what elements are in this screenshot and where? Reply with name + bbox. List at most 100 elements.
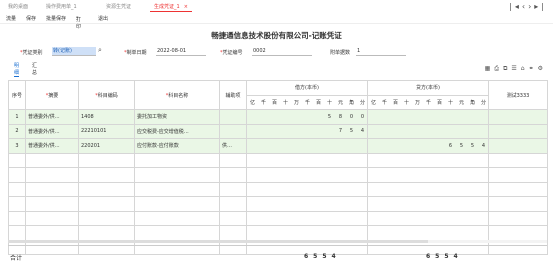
close-icon[interactable]: × — [184, 4, 188, 10]
row-extra[interactable] — [488, 138, 548, 154]
settings-icon[interactable]: ⚙ — [538, 65, 547, 72]
empty-cell[interactable] — [134, 225, 220, 241]
empty-cell[interactable] — [488, 181, 548, 197]
row-aux[interactable] — [219, 123, 247, 139]
batch-save-button[interactable]: 批量保存 — [46, 15, 66, 22]
empty-cell[interactable] — [78, 167, 135, 183]
row-extra[interactable] — [488, 109, 548, 125]
empty-cell[interactable] — [78, 210, 135, 226]
empty-cell[interactable] — [367, 152, 489, 168]
empty-cell[interactable] — [367, 167, 489, 183]
table-row[interactable]: 2 普通委外/供… 22210101 应交税费-应交增值税… 7 5 4 — [8, 123, 548, 139]
row-account-name[interactable]: 应付账款-应付账款 — [134, 138, 220, 154]
table-row[interactable]: 3 普通委外/供… 220201 应付账款-应付账款 供… 6 5 5 4 — [8, 138, 548, 154]
empty-cell[interactable] — [134, 152, 220, 168]
row-account-code[interactable]: 1408 — [78, 109, 135, 125]
row-summary[interactable]: 普通委外/供… — [25, 138, 79, 154]
search-icon[interactable]: ⌕ — [98, 46, 102, 55]
empty-cell[interactable] — [246, 152, 368, 168]
empty-cell[interactable] — [134, 181, 220, 197]
row-credit[interactable]: 6554 — [367, 138, 489, 154]
table-row[interactable] — [8, 225, 548, 241]
attachments-input[interactable]: 1 — [356, 47, 406, 56]
empty-cell[interactable] — [246, 210, 368, 226]
empty-cell[interactable] — [246, 181, 368, 197]
row-credit[interactable] — [367, 123, 489, 139]
print-icon[interactable]: ⎙ — [494, 65, 503, 72]
empty-cell[interactable] — [367, 225, 489, 241]
empty-cell[interactable] — [25, 181, 79, 197]
empty-cell[interactable] — [134, 210, 220, 226]
empty-cell[interactable] — [219, 210, 247, 226]
table-row[interactable] — [8, 210, 548, 226]
empty-cell[interactable] — [78, 196, 135, 212]
table-row[interactable] — [8, 167, 548, 183]
tab-my-desktop[interactable]: 我的桌面 — [4, 3, 32, 12]
save-button[interactable]: 保存 — [26, 15, 36, 22]
tab-outsource-fee[interactable]: 操作费用单_1 — [42, 3, 81, 12]
print-button[interactable]: 打印 ▾ — [76, 15, 81, 30]
row-debit[interactable]: 754 — [246, 123, 368, 139]
empty-cell[interactable] — [78, 181, 135, 197]
empty-cell[interactable] — [488, 225, 548, 241]
first-icon[interactable]: |◂ — [509, 2, 522, 11]
empty-cell[interactable] — [219, 152, 247, 168]
scrollbar-thumb[interactable] — [8, 240, 428, 243]
exit-button[interactable]: 退出 — [98, 15, 108, 22]
tag-icon[interactable]: ⌂ — [521, 65, 529, 72]
empty-cell[interactable] — [25, 167, 79, 183]
tab-detail[interactable]: 明细 — [14, 62, 20, 77]
table-row[interactable]: 1 普通委外/供… 1408 委托加工物资 5 8 0 0 — [8, 109, 548, 125]
empty-cell[interactable] — [25, 225, 79, 241]
number-input[interactable]: 0002 — [252, 47, 312, 56]
empty-cell[interactable] — [367, 181, 489, 197]
empty-cell[interactable] — [488, 196, 548, 212]
flow-button[interactable]: 流量 — [6, 15, 16, 22]
digit-label: 百 — [392, 99, 398, 106]
empty-cell[interactable] — [25, 210, 79, 226]
voucher-type-input[interactable]: 转(记账) — [52, 47, 96, 56]
row-extra[interactable] — [488, 123, 548, 139]
grid-icon[interactable]: ▦ — [485, 65, 495, 72]
row-summary[interactable]: 普通委外/供… — [25, 109, 79, 125]
tab-summary[interactable]: 汇总 — [32, 62, 37, 76]
empty-cell[interactable] — [219, 181, 247, 197]
row-account-code[interactable]: 220201 — [78, 138, 135, 154]
table-row[interactable] — [8, 196, 548, 212]
empty-cell[interactable] — [219, 196, 247, 212]
last-icon[interactable]: ▸| — [534, 2, 547, 11]
row-debit[interactable]: 5800 — [246, 109, 368, 125]
empty-cell[interactable] — [219, 225, 247, 241]
row-debit[interactable] — [246, 138, 368, 154]
empty-cell[interactable] — [367, 196, 489, 212]
row-account-code[interactable]: 22210101 — [78, 123, 135, 139]
row-aux[interactable] — [219, 109, 247, 125]
date-input[interactable]: 2022-08-01 — [156, 47, 206, 56]
table-row[interactable] — [8, 181, 548, 197]
list-icon[interactable]: ☰ — [511, 65, 520, 72]
tab-resource[interactable]: 资源生凭证 — [102, 3, 135, 12]
empty-cell[interactable] — [246, 167, 368, 183]
row-account-name[interactable]: 委托加工物资 — [134, 109, 220, 125]
link-icon[interactable]: ⚭ — [529, 65, 538, 72]
row-credit[interactable] — [367, 109, 489, 125]
tab-generate-voucher[interactable]: 生成凭证_1 × — [150, 3, 192, 12]
empty-cell[interactable] — [78, 152, 135, 168]
empty-cell[interactable] — [25, 152, 79, 168]
empty-cell[interactable] — [367, 210, 489, 226]
empty-cell[interactable] — [246, 225, 368, 241]
empty-cell[interactable] — [488, 167, 548, 183]
empty-cell[interactable] — [25, 196, 79, 212]
row-summary[interactable]: 普通委外/供… — [25, 123, 79, 139]
empty-cell[interactable] — [488, 152, 548, 168]
empty-cell[interactable] — [246, 196, 368, 212]
row-aux[interactable]: 供… — [219, 138, 247, 154]
empty-cell[interactable] — [78, 225, 135, 241]
empty-cell[interactable] — [134, 167, 220, 183]
empty-cell[interactable] — [134, 196, 220, 212]
empty-cell[interactable] — [488, 210, 548, 226]
empty-cell[interactable] — [219, 167, 247, 183]
horizontal-scrollbar[interactable] — [8, 240, 547, 243]
row-account-name[interactable]: 应交税费-应交增值税… — [134, 123, 220, 139]
table-row[interactable] — [8, 152, 548, 168]
